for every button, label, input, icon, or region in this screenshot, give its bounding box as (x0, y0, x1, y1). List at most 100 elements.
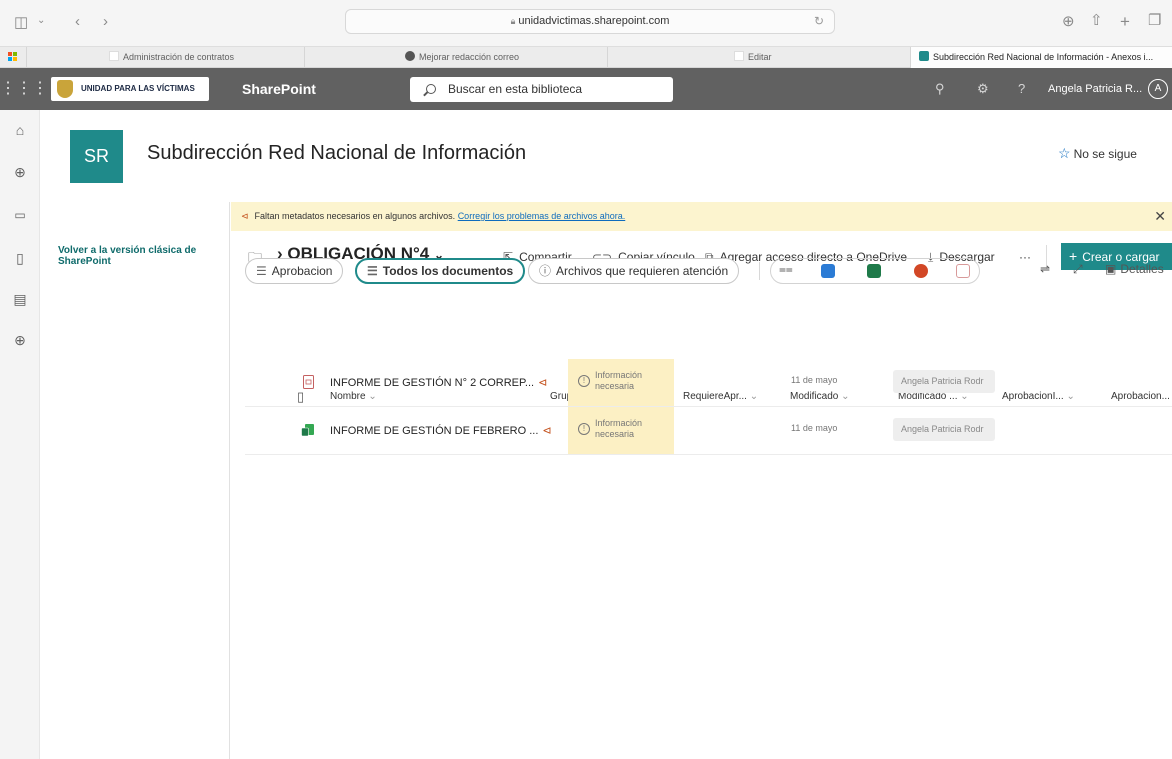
tab-strip: Administración de contratos Mejorar reda… (0, 46, 1172, 68)
help-icon[interactable]: ? (1018, 68, 1025, 110)
project-filter-icon[interactable] (867, 264, 881, 278)
tag-warning-icon: ⊲ (538, 377, 548, 389)
file-name-cell[interactable]: INFORME DE GESTIÓN DE FEBRERO ... ⊲ (330, 424, 552, 437)
tag-warning-icon: ⊲ (542, 425, 552, 437)
view-aprobacion-label: Aprobacion (271, 264, 333, 278)
view-atencion-label: Archivos que requieren atención (556, 264, 729, 278)
powerpoint-filter-icon[interactable] (914, 264, 928, 278)
more-button[interactable]: ··· (1019, 250, 1031, 264)
divider (759, 262, 760, 280)
search-icon (426, 84, 436, 94)
back-icon[interactable]: ‹ (75, 14, 80, 29)
modified-by-chip[interactable]: Angela Patricia Rodr (893, 418, 995, 441)
app-bar: ⌂ ⊕ ▭ ▯ ▤ ⊕ (0, 110, 40, 759)
tag-warning-icon: ⊲ (241, 211, 249, 221)
lock-icon: 🔒︎ (510, 16, 516, 26)
download-icon[interactable]: ⊕ (1062, 14, 1075, 29)
tab-redaccion[interactable]: Mejorar redacción correo (304, 47, 607, 68)
site-title[interactable]: Subdirección Red Nacional de Información (147, 142, 526, 165)
tab-subdireccion[interactable]: Subdirección Red Nacional de Información… (910, 47, 1172, 68)
org-logo[interactable]: UNIDAD PARA LAS VÍCTIMAS (51, 77, 209, 101)
chat-icon (405, 51, 415, 61)
grupo-text: Información necesaria (595, 418, 642, 440)
tab-label: Subdirección Red Nacional de Información… (933, 52, 1154, 62)
classic-experience-link[interactable]: Volver a la versión clásica de SharePoin… (58, 245, 218, 267)
info-icon: ! (578, 375, 590, 387)
modified-by-chip[interactable]: Angela Patricia Rodr (893, 370, 995, 393)
view-todos-documentos[interactable]: ☰ Todos los documentos (355, 258, 526, 284)
filter-icon[interactable]: ⩵ (779, 262, 793, 277)
microsoft-logo-icon (8, 52, 18, 62)
expand-icon[interactable]: ⤢ (1073, 262, 1083, 277)
view-atencion[interactable]: ⓘ Archivos que requieren atención (528, 258, 740, 284)
customize-icon[interactable]: ⇌ (1040, 262, 1050, 276)
globe-icon[interactable]: ⊕ (0, 164, 40, 181)
file-icon[interactable]: ▯ (0, 250, 40, 267)
table-row[interactable]: INFORME DE GESTIÓN N° 2 CORREP... ⊲ ! Inf… (245, 359, 1172, 407)
star-icon: ☆ (1058, 145, 1071, 161)
view-aprobacion[interactable]: ☰ Aprobacion (245, 258, 344, 284)
grupo-line-2: necesaria (595, 381, 635, 391)
tab-label: Editar (748, 52, 772, 62)
user-name[interactable]: Angela Patricia R... (1048, 68, 1142, 110)
file-name: INFORME DE GESTIÓN N° 2 CORREP... (330, 377, 535, 389)
details-label: Detalles (1120, 262, 1164, 276)
reload-icon[interactable]: ↻ (814, 10, 824, 33)
grupo-cell[interactable]: ! Información necesaria (568, 359, 674, 406)
modified-date: 11 de mayo (791, 375, 838, 385)
chevron-down-icon[interactable]: ⌄ (37, 16, 45, 26)
table-row[interactable]: INFORME DE GESTIÓN DE FEBRERO ... ⊲ ! Inf… (245, 407, 1172, 455)
avatar[interactable]: A (1148, 79, 1168, 99)
list-icon[interactable]: ▤ (0, 291, 40, 308)
file-name: INFORME DE GESTIÓN DE FEBRERO ... (330, 425, 539, 437)
app-launcher-icon[interactable]: ⋮⋮⋮ (0, 68, 48, 110)
share-icon[interactable]: ⇧ (1090, 13, 1103, 28)
tab-contratos[interactable]: Administración de contratos (26, 47, 304, 68)
page-icon (734, 51, 744, 61)
search-input[interactable]: Buscar en esta biblioteca (410, 77, 673, 102)
close-icon[interactable]: ✕ (1154, 202, 1166, 231)
fix-files-link[interactable]: Corregir los problemas de archivos ahora… (458, 211, 626, 221)
sharepoint-brand[interactable]: SharePoint (242, 68, 316, 110)
details-icon: ▣ (1105, 262, 1117, 276)
forward-icon[interactable]: › (103, 14, 108, 29)
project-file-icon (301, 424, 314, 437)
create-icon[interactable]: ⊕ (0, 332, 40, 349)
news-icon[interactable]: ▭ (0, 208, 40, 222)
metadata-notice: ⊲ Faltan metadatos necesarios en algunos … (231, 202, 1172, 231)
tab-label: Mejorar redacción correo (419, 52, 520, 62)
grupo-text: Información necesaria (595, 370, 642, 392)
follow-button[interactable]: ☆ No se sigue (1058, 145, 1137, 162)
address-text: unidadvictimas.sharepoint.com (518, 15, 670, 27)
site-logo[interactable]: SR (70, 130, 123, 183)
suite-bar: ⋮⋮⋮ UNIDAD PARA LAS VÍCTIMAS SharePoint … (0, 68, 1172, 110)
sidebar-toggle-icon[interactable]: ◫ (14, 15, 28, 30)
home-icon[interactable]: ⌂ (0, 122, 40, 138)
view-list-icon: ☰ (256, 264, 267, 278)
gear-icon[interactable]: ⚙ (977, 68, 989, 110)
browser-toolbar: ◫ ⌄ ‹ › 🔒︎ unidadvictimas.sharepoint.com … (0, 0, 1172, 46)
page-icon (109, 51, 119, 61)
view-todos-label: Todos los documentos (382, 264, 514, 278)
pdf-filter-icon[interactable] (956, 264, 970, 278)
new-tab-icon[interactable]: + (1120, 13, 1130, 30)
tab-overview-icon[interactable]: ❐ (1148, 13, 1161, 28)
grupo-line-1: Información (595, 370, 643, 380)
info-icon: ! (578, 423, 590, 435)
share-people-icon[interactable]: ⚲ (935, 68, 945, 110)
grupo-line-2: necesaria (595, 429, 635, 439)
tab-label: Administración de contratos (123, 52, 235, 62)
search-placeholder: Buscar en esta biblioteca (448, 82, 583, 96)
grupo-cell[interactable]: ! Información necesaria (568, 407, 674, 454)
details-button[interactable]: ▣ Detalles (1105, 262, 1164, 276)
grupo-line-1: Información (595, 418, 643, 428)
modified-date: 11 de mayo (791, 423, 838, 433)
follow-label: No se sigue (1073, 147, 1137, 161)
outlook-filter-icon[interactable] (821, 264, 835, 278)
address-bar[interactable]: 🔒︎ unidadvictimas.sharepoint.com ↻ (345, 9, 835, 34)
tab-editar[interactable]: Editar (607, 47, 910, 68)
sharepoint-icon (919, 51, 929, 61)
file-name-cell[interactable]: INFORME DE GESTIÓN N° 2 CORREP... ⊲ (330, 376, 547, 389)
view-list-icon: ☰ (367, 264, 378, 278)
pdf-file-icon (303, 375, 314, 389)
